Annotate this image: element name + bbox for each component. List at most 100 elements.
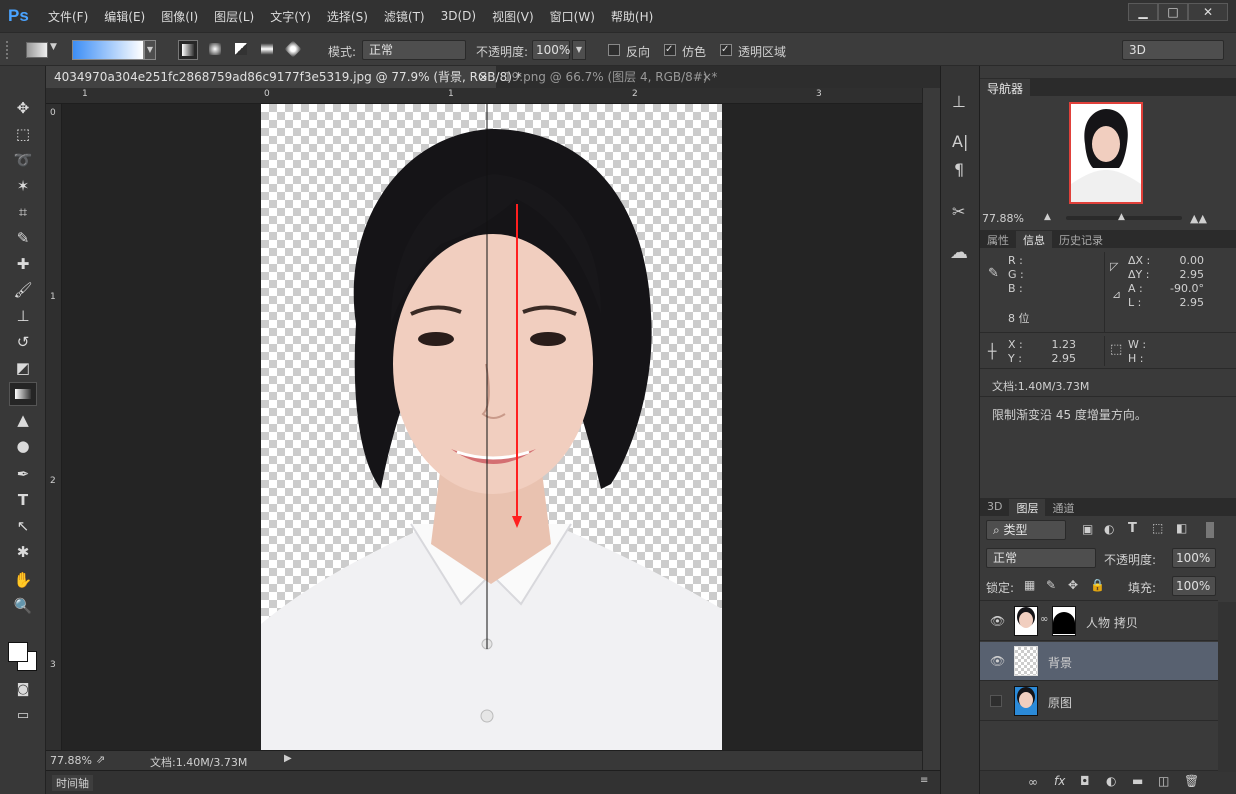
character-panel-icon[interactable]: A|	[952, 132, 968, 151]
smart-object-filter-icon[interactable]: ◧	[1176, 521, 1187, 535]
menu-item[interactable]: 窗口(W)	[542, 8, 603, 25]
layer-style-icon[interactable]: fx	[1054, 774, 1065, 788]
vertical-scrollbar[interactable]	[922, 88, 940, 770]
mode-select[interactable]: 正常	[362, 40, 466, 60]
reflected-gradient-button[interactable]	[258, 40, 278, 60]
brush-tool-icon[interactable]: 🖌	[9, 278, 37, 302]
layer-row-selected[interactable]: 👁 背景	[980, 642, 1218, 681]
tab-close-icon[interactable]: ×	[702, 66, 712, 88]
layer-opacity-input[interactable]: 100%	[1172, 548, 1216, 568]
type-filter-icon[interactable]: T	[1128, 521, 1137, 536]
tool-preset-icon[interactable]	[26, 42, 48, 58]
paragraph-panel-icon[interactable]: ¶	[954, 160, 964, 179]
maximize-button[interactable]: □	[1158, 3, 1188, 21]
lasso-tool-icon[interactable]: ➰	[9, 148, 37, 172]
tool-presets-icon[interactable]: ✂	[952, 202, 965, 221]
radial-gradient-button[interactable]	[206, 40, 226, 60]
document-image[interactable]	[261, 104, 722, 750]
tab-info[interactable]: 信息	[1016, 231, 1052, 248]
opacity-input[interactable]: 100%	[532, 40, 570, 60]
menu-item[interactable]: 视图(V)	[484, 8, 542, 25]
tab-properties[interactable]: 属性	[980, 231, 1016, 248]
delete-layer-icon[interactable]: 🗑	[1184, 774, 1199, 788]
tab-navigator[interactable]: 导航器	[980, 79, 1031, 96]
menu-item[interactable]: 选择(S)	[319, 8, 376, 25]
crop-tool-icon[interactable]: ⌗	[9, 200, 37, 224]
history-brush-tool-icon[interactable]: ↺	[9, 330, 37, 354]
eye-icon[interactable]: 👁	[990, 614, 1005, 628]
minimize-button[interactable]: ▁	[1128, 3, 1158, 21]
eyedropper-tool-icon[interactable]: ✎	[9, 226, 37, 250]
transparency-checkbox[interactable]: ✓	[720, 44, 732, 56]
menu-item[interactable]: 3D(D)	[433, 9, 484, 23]
tab-history[interactable]: 历史记录	[1052, 231, 1110, 248]
screen-mode-icon[interactable]: ▭	[9, 704, 37, 728]
adjustment-filter-icon[interactable]: ◐	[1104, 522, 1114, 536]
status-menu-icon[interactable]: ▶	[284, 753, 292, 764]
visibility-toggle[interactable]	[990, 695, 1002, 707]
move-tool-icon[interactable]: ✥	[9, 96, 37, 120]
lock-transparent-icon[interactable]: ▦	[1024, 578, 1035, 592]
share-icon[interactable]: ⇗	[96, 753, 105, 766]
lock-all-icon[interactable]: 🔒	[1090, 578, 1105, 592]
new-layer-icon[interactable]: ◫	[1158, 774, 1169, 788]
quick-mask-icon[interactable]: ◙	[9, 678, 37, 702]
gradient-picker[interactable]	[72, 40, 144, 60]
timeline-tab[interactable]: 时间轴	[52, 775, 93, 791]
eraser-tool-icon[interactable]: ◩	[9, 356, 37, 380]
layer-filter-select[interactable]: ⌕ 类型	[986, 520, 1066, 540]
status-zoom[interactable]: 77.88%	[50, 754, 92, 767]
blend-mode-select[interactable]: 正常	[986, 548, 1096, 568]
linear-gradient-button[interactable]	[178, 40, 198, 60]
hand-tool-icon[interactable]: ✋	[9, 568, 37, 592]
lock-position-icon[interactable]: ✥	[1068, 578, 1078, 592]
tab-channels[interactable]: 通道	[1045, 499, 1081, 516]
path-selection-tool-icon[interactable]: ↖	[9, 514, 37, 538]
eye-icon[interactable]: 👁	[990, 654, 1005, 668]
slider-thumb-icon[interactable]: ▲	[1118, 212, 1125, 222]
zoom-in-icon[interactable]: ▲▲	[1190, 212, 1207, 225]
workspace-select[interactable]: 3D	[1122, 40, 1224, 60]
diamond-gradient-button[interactable]	[284, 40, 304, 60]
shape-filter-icon[interactable]: ⬚	[1152, 521, 1163, 535]
clone-source-icon[interactable]: ⊥	[952, 92, 966, 111]
opacity-dropdown-icon[interactable]: ▼	[572, 40, 586, 60]
zoom-out-icon[interactable]: ▲	[1044, 212, 1051, 222]
layer-row[interactable]: 👁 ∞ 人物 拷贝	[980, 602, 1218, 641]
pen-tool-icon[interactable]: ✒	[9, 462, 37, 486]
gradient-dropdown-icon[interactable]: ▼	[144, 40, 156, 60]
angle-gradient-button[interactable]	[232, 40, 252, 60]
filter-toggle[interactable]	[1206, 522, 1214, 538]
layer-mask-thumbnail[interactable]	[1052, 606, 1076, 636]
layers-scrollbar[interactable]	[1218, 602, 1236, 772]
menu-item[interactable]: 滤镜(T)	[376, 8, 433, 25]
zoom-tool-icon[interactable]: 🔍	[9, 594, 37, 618]
tab-3d[interactable]: 3D	[980, 499, 1009, 516]
healing-brush-tool-icon[interactable]: ✚	[9, 252, 37, 276]
clone-stamp-tool-icon[interactable]: ⊥	[9, 304, 37, 328]
tab-layers[interactable]: 图层	[1009, 499, 1046, 516]
pixel-filter-icon[interactable]: ▣	[1082, 522, 1093, 536]
dither-checkbox[interactable]: ✓	[664, 44, 676, 56]
close-window-button[interactable]: ✕	[1188, 3, 1228, 21]
add-mask-icon[interactable]: ◘	[1080, 774, 1090, 788]
link-icon[interactable]: ∞	[1040, 614, 1048, 625]
menu-item[interactable]: 图像(I)	[153, 8, 206, 25]
menu-item[interactable]: 编辑(E)	[96, 8, 153, 25]
navigator-thumbnail[interactable]	[1069, 102, 1143, 204]
panel-menu-icon[interactable]: ≡	[920, 775, 928, 786]
dodge-tool-icon[interactable]: ●	[9, 434, 37, 458]
adjustment-layer-icon[interactable]: ◐	[1106, 774, 1116, 788]
tab-document-1[interactable]: 4034970a304e251fc2868759ad86c9177f3e5319…	[46, 66, 522, 88]
link-layers-icon[interactable]: ∞	[1028, 775, 1038, 789]
layer-row[interactable]: 原图	[980, 682, 1218, 721]
reverse-checkbox[interactable]	[608, 44, 620, 56]
type-tool-icon[interactable]: T	[9, 488, 37, 512]
gradient-tool-icon[interactable]	[9, 382, 37, 406]
blur-tool-icon[interactable]: ▲	[9, 408, 37, 432]
menu-item[interactable]: 帮助(H)	[603, 8, 661, 25]
tab-close-icon[interactable]: ×	[478, 66, 488, 88]
lock-image-icon[interactable]: ✎	[1046, 578, 1056, 592]
tab-document-2[interactable]: 19.png @ 66.7% (图层 4, RGB/8#) * ×	[496, 66, 718, 88]
chevron-down-icon[interactable]: ▼	[50, 42, 62, 52]
